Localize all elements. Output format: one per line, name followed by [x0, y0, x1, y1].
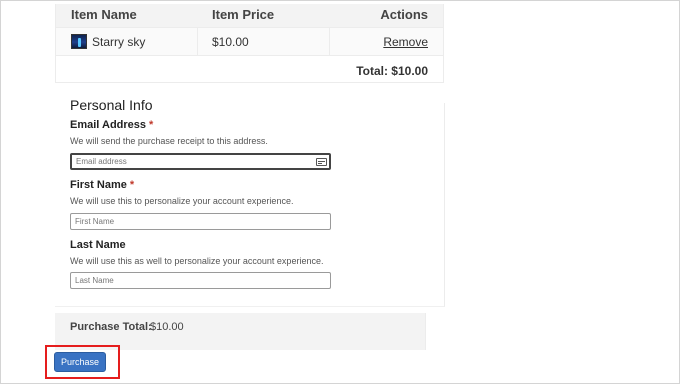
cart-table: Item Name Item Price Actions Starry sky …	[55, 4, 444, 83]
required-marker: *	[149, 119, 154, 131]
purchase-total-label: Purchase Total:	[70, 321, 152, 333]
cart-item-price: $10.00	[212, 35, 249, 49]
cart-header-row: Item Name Item Price Actions	[56, 4, 443, 27]
first-name-label: First Name *	[70, 179, 134, 191]
last-name-label: Last Name	[70, 239, 126, 251]
cart-item-name: Starry sky	[92, 35, 146, 49]
last-name-help-text: We will use this as well to personalize …	[70, 256, 324, 266]
column-header-actions: Actions	[380, 7, 428, 22]
first-name-label-text: First Name	[70, 179, 127, 191]
starry-sky-thumbnail	[71, 34, 87, 49]
last-name-field[interactable]	[70, 272, 331, 289]
first-name-help-text: We will use this to personalize your acc…	[70, 196, 294, 206]
contact-card-icon	[316, 158, 327, 166]
required-marker: *	[129, 179, 135, 191]
remove-item-link[interactable]: Remove	[383, 35, 428, 49]
email-label: Email Address *	[70, 119, 153, 131]
first-name-field[interactable]	[70, 213, 331, 230]
cart-item-row: Starry sky $10.00 Remove	[56, 27, 443, 56]
cell-divider	[329, 28, 330, 55]
email-help-text: We will send the purchase receipt to thi…	[70, 136, 268, 146]
cell-divider	[197, 28, 198, 55]
email-label-text: Email Address	[70, 119, 147, 131]
section-title: Personal Info	[70, 97, 153, 113]
purchase-total-value: $10.00	[150, 321, 184, 333]
column-header-item-price: Item Price	[212, 7, 275, 22]
email-field[interactable]	[70, 153, 331, 170]
column-header-item-name: Item Name	[71, 7, 137, 22]
cart-total: Total: $10.00	[356, 64, 428, 78]
purchase-button[interactable]: Purchase	[54, 352, 106, 372]
personal-info-section: Personal Info Email Address * We will sen…	[55, 97, 445, 307]
